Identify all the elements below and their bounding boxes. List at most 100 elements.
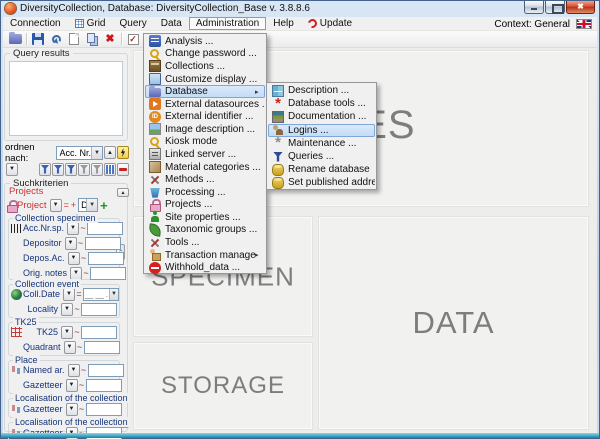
coll-date-input[interactable]: __ __ . ▼: [83, 288, 119, 301]
server-icon: [149, 148, 161, 160]
menu-item-rename-database[interactable]: Rename database: [268, 163, 375, 176]
menu-item-processing[interactable]: Processing ...: [145, 186, 265, 199]
depositor-input[interactable]: [85, 237, 121, 250]
menu-item-projects[interactable]: Projects ...: [145, 199, 265, 212]
quadrant-input[interactable]: [84, 341, 120, 354]
operator-button[interactable]: ▼: [68, 252, 80, 265]
menu-item-site-properties[interactable]: Site properties ...: [145, 211, 265, 224]
filter-plus-button[interactable]: +: [78, 163, 90, 176]
operator-button[interactable]: ▼: [61, 303, 73, 316]
menu-connection[interactable]: Connection: [3, 17, 68, 30]
new-record-button[interactable]: [65, 31, 83, 47]
menu-item-kiosk-mode[interactable]: Kiosk mode: [145, 136, 265, 149]
menu-item-tools[interactable]: Tools ...: [145, 236, 265, 249]
run-query-button[interactable]: [117, 146, 129, 159]
filter-minus-button[interactable]: -: [91, 163, 103, 176]
menu-data[interactable]: Data: [154, 17, 189, 30]
menu-help[interactable]: Help: [266, 17, 301, 30]
tk25-input[interactable]: [81, 326, 117, 339]
menu-item-transaction-management[interactable]: Transaction management▸: [145, 249, 265, 262]
filter-apply-button[interactable]: [39, 163, 51, 176]
minus-icon: [119, 168, 127, 171]
chevron-down-icon[interactable]: ▼: [91, 147, 102, 159]
save-button[interactable]: [29, 31, 47, 47]
copy-button[interactable]: [83, 31, 101, 47]
query-results-label: Query results: [10, 48, 73, 59]
menu-item-documentation[interactable]: Documentation ...: [268, 110, 375, 123]
chevron-down-icon[interactable]: ▼: [86, 199, 97, 211]
gazetteer-input[interactable]: [86, 379, 122, 392]
app-icon: [5, 3, 16, 14]
depos-ac-input[interactable]: [88, 252, 124, 265]
operator-button[interactable]: ▼: [66, 379, 78, 392]
undo-button[interactable]: [47, 31, 65, 47]
menu-item-queries[interactable]: Queries ...: [268, 150, 375, 163]
checklist-button[interactable]: ✓: [124, 31, 142, 47]
menu-grid[interactable]: Grid: [68, 17, 113, 30]
menu-item-external-identifier[interactable]: IDExternal identifier ...: [145, 110, 265, 123]
menu-item-logins[interactable]: Logins ...: [268, 124, 375, 137]
operator-button[interactable]: ▼: [64, 341, 76, 354]
menu-item-collections[interactable]: Collections ...: [145, 60, 265, 73]
menu-item-description[interactable]: Description ...: [268, 84, 375, 97]
close-button[interactable]: ✖: [566, 1, 595, 14]
menu-item-set-published-address[interactable]: Set published address: [268, 176, 375, 189]
menu-item-taxonomic-groups[interactable]: Taxonomic groups ...: [145, 224, 265, 237]
menu-item-linked-server[interactable]: Linked server ...: [145, 148, 265, 161]
uk-flag-icon[interactable]: [576, 19, 592, 29]
menu-item-customize-display[interactable]: Customize display ...: [145, 73, 265, 86]
add-project-button[interactable]: +: [100, 200, 108, 211]
transaction-icon: [149, 249, 161, 261]
menu-item-image-description[interactable]: Image description ...: [145, 123, 265, 136]
menu-item-material-categories[interactable]: Material categories ...: [145, 161, 265, 174]
maximize-button[interactable]: [545, 1, 565, 14]
gazetteer-input[interactable]: [86, 403, 122, 416]
filter-add-button[interactable]: ▾: [52, 163, 64, 176]
menu-item-maintenance[interactable]: *Maintenance ...: [268, 137, 375, 150]
menu-administration[interactable]: Administration: [189, 17, 266, 30]
operator-button[interactable]: ▼: [65, 237, 77, 250]
menu-item-analysis[interactable]: Analysis ...: [145, 35, 265, 48]
menu-update[interactable]: Update: [301, 17, 359, 30]
operator-button[interactable]: ▼: [68, 364, 80, 377]
query-results-list[interactable]: [9, 61, 123, 136]
menu-item-withhold-data[interactable]: Withhold_data ...: [145, 261, 265, 274]
scroll-up-icon[interactable]: ▲: [117, 188, 129, 197]
operator-button[interactable]: ▼: [70, 267, 82, 280]
menu-item-database[interactable]: Database▸: [145, 85, 265, 98]
order-by-select[interactable]: Acc. Nr. ▼: [56, 146, 103, 160]
menu-item-change-password[interactable]: Change password ...: [145, 48, 265, 61]
filter-dropdown-button[interactable]: ▼: [6, 163, 18, 176]
acc-nr-input[interactable]: [87, 222, 123, 235]
open-connection-button[interactable]: [6, 31, 24, 47]
menu-item-methods[interactable]: Methods ...: [145, 173, 265, 186]
group-title: Collection specimen: [13, 213, 98, 223]
minimize-button[interactable]: [524, 1, 544, 14]
project-select[interactable]: D ▼: [78, 198, 98, 212]
titlebar: DiversityCollection, Database: Diversity…: [0, 0, 600, 17]
gear-gray-icon: *: [272, 137, 284, 149]
columns-button[interactable]: [104, 163, 116, 176]
sort-ascending-button[interactable]: ▲: [104, 146, 116, 159]
project-plus: +: [71, 200, 76, 210]
order-by-row: ordnen nach: Acc. Nr. ▼ ▲: [5, 145, 129, 160]
project-operator-button[interactable]: ▼: [50, 199, 62, 212]
filter-remove-button[interactable]: ✖: [65, 163, 77, 176]
locality-input[interactable]: [81, 303, 117, 316]
calendar-dropdown-icon[interactable]: ▼: [109, 289, 118, 300]
named-area-input[interactable]: [88, 364, 124, 377]
menu-item-database-tools[interactable]: *Database tools ...: [268, 97, 375, 110]
person-icon: [149, 211, 161, 223]
criteria-row: Gazetteer ▼ ~: [10, 378, 117, 392]
operator-button[interactable]: ▼: [61, 326, 73, 339]
delete-button[interactable]: ✖: [101, 31, 119, 47]
remove-row-button[interactable]: [117, 163, 129, 176]
administration-menu: Analysis ... Change password ... Collect…: [143, 33, 267, 274]
menu-item-external-datasources[interactable]: External datasources ...: [145, 98, 265, 111]
operator-button[interactable]: ▼: [67, 222, 79, 235]
operator-button[interactable]: ▼: [63, 288, 75, 301]
orig-notes-input[interactable]: [90, 267, 126, 280]
menu-query[interactable]: Query: [113, 17, 154, 30]
place-group: Place Named ar. ▼ ~ Gazetteer ▼: [8, 360, 120, 394]
operator-button[interactable]: ▼: [66, 403, 78, 416]
